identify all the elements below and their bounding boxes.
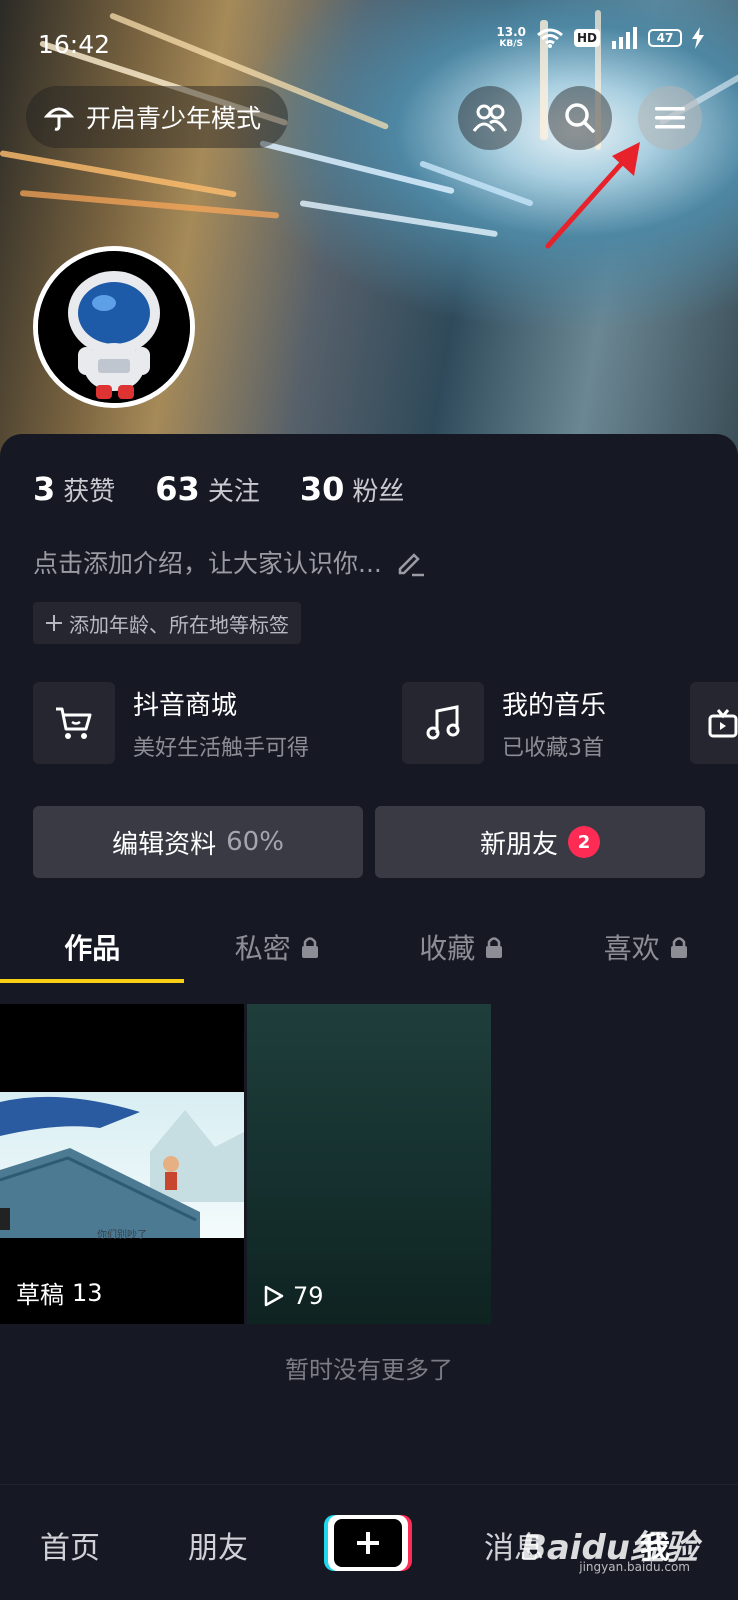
stat-likes[interactable]: 3 获赞 [33,470,115,508]
feature-subtitle: 已收藏3首 [502,735,604,761]
draft-caption: 草稿 13 [16,1278,103,1310]
no-more-content-text: 暂时没有更多了 [285,1356,453,1384]
hamburger-menu-icon [655,107,685,129]
bio-field[interactable]: 点击添加介绍，让大家认识你... [33,544,426,580]
tab-private[interactable]: 私密 [185,912,370,982]
stat-following[interactable]: 63 关注 [155,470,260,508]
status-time: 16:42 [38,30,111,59]
feature-icon-box [33,682,115,764]
feature-icon-box [690,682,738,764]
profile-card: 3 获赞 63 关注 30 粉丝 点击添加介绍，让大家认识你... 添加年龄、所在地等… [0,434,738,1484]
network-speed: 13.0 KB/S [496,25,526,49]
umbrella-icon [44,107,74,131]
lock-icon [486,937,503,958]
play-icon [264,1285,284,1307]
edit-profile-button[interactable]: 编辑资料 60% [33,806,363,878]
draft-thumbnail-image [0,1092,244,1238]
wifi-icon [537,28,563,48]
active-tab-indicator [0,979,184,983]
draft-tile[interactable]: 你们别吵了 草稿 13 [0,1004,244,1324]
feature-title: 抖音商城 [133,690,238,721]
profile-stats: 3 获赞 63 关注 30 粉丝 [33,470,404,508]
plus-icon [46,615,62,631]
tab-likes[interactable]: 喜欢 [554,912,738,982]
teen-mode-button[interactable]: 开启青少年模式 [26,86,288,148]
edit-pencil-icon [398,553,424,577]
video-play-count: 79 [263,1282,324,1310]
tab-works[interactable]: 作品 [0,912,185,982]
music-note-icon [426,705,460,740]
nav-home[interactable]: 首页 [40,1523,100,1567]
lock-icon [670,937,687,958]
feature-my-music[interactable]: 我的音乐 已收藏3首 [402,682,606,764]
friends-button[interactable] [458,86,522,150]
stat-followers[interactable]: 30 粉丝 [300,470,405,508]
add-tags-button[interactable]: 添加年龄、所在地等标签 [33,602,301,644]
tv-icon [708,709,738,738]
status-indicators: 13.0 KB/S HD 47 [496,26,704,50]
new-friends-count-badge: 2 [568,826,600,858]
bio-placeholder: 点击添加介绍，让大家认识你... [33,549,382,578]
nav-friends[interactable]: 朋友 [188,1523,248,1567]
annotation-arrow [545,142,640,249]
search-icon [565,103,595,133]
new-friends-label: 新朋友 [479,829,558,860]
add-tags-label: 添加年龄、所在地等标签 [69,612,289,637]
baidu-watermark-url: jingyan.baidu.com [579,1560,690,1574]
edit-profile-label: 编辑资料 [112,829,217,860]
hd-badge: HD [573,29,600,47]
people-icon [472,104,508,132]
feature-icon-box [402,682,484,764]
tab-favorites[interactable]: 收藏 [369,912,554,982]
avatar[interactable] [33,246,195,408]
new-friends-button[interactable]: 新朋友 2 [375,806,705,878]
feature-douyin-mall[interactable]: 抖音商城 美好生活触手可得 [33,682,309,764]
profile-tabs: 作品 私密 收藏 喜欢 [0,912,738,982]
feature-title: 我的音乐 [502,690,607,721]
astronaut-avatar-image [38,251,190,403]
draft-thumbnail-subtitle: 你们别吵了 [97,1230,147,1241]
charging-icon [692,27,704,49]
video-tile[interactable]: 79 [247,1004,491,1324]
create-video-button[interactable] [328,1515,408,1571]
plus-icon [357,1532,379,1554]
edit-profile-progress: 60% [226,827,284,857]
feature-partial-tv[interactable] [690,682,738,764]
works-grid: 你们别吵了 草稿 13 79 [0,1004,738,1324]
shopping-cart-icon [56,707,92,739]
feature-subtitle: 美好生活触手可得 [133,735,310,761]
status-bar: 16:42 13.0 KB/S HD 47 [0,22,738,66]
signal-icon [612,27,637,49]
battery-indicator: 47 [648,29,682,47]
teen-mode-label: 开启青少年模式 [86,104,262,133]
lock-icon [301,937,318,958]
